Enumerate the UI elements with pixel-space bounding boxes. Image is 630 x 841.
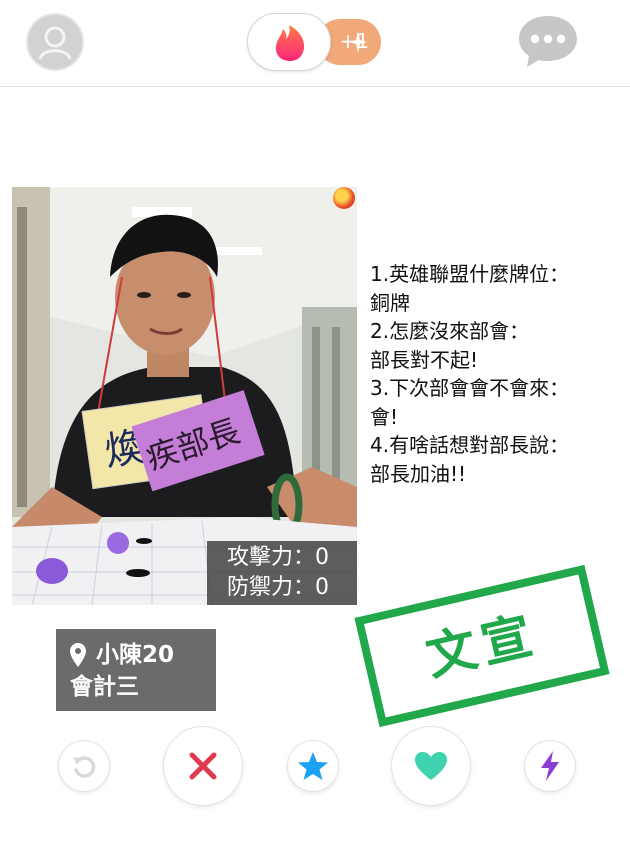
profile-qa: 1.英雄聯盟什麼牌位： 銅牌 2.怎麼沒來部會： 部長對不起! 3.下次部會會不… bbox=[370, 260, 620, 488]
super-like-button[interactable] bbox=[287, 740, 339, 792]
qa-line: 部長對不起! bbox=[370, 347, 479, 372]
profile-icon bbox=[28, 15, 82, 69]
stamp-text: 文宣 bbox=[420, 605, 544, 687]
boost-count: +1 bbox=[339, 29, 369, 53]
qa-line: 1.英雄聯盟什麼牌位： bbox=[370, 262, 570, 286]
stats-overlay: 攻擊力：0 防禦力：0 bbox=[207, 541, 357, 605]
profile-photo[interactable]: 煥 疾部長 攻擊力：0 防禦力：0 bbox=[12, 187, 357, 605]
name-tag: 小陳20 會計三 bbox=[56, 629, 216, 711]
rewind-icon bbox=[73, 756, 96, 778]
qa-line: 部長加油!! bbox=[370, 461, 467, 486]
qa-line: 3.下次部會會不會來： bbox=[370, 376, 570, 400]
flame-logo-icon bbox=[275, 25, 305, 61]
qa-line: 4.有啥話想對部長說： bbox=[370, 433, 570, 457]
chat-bubble-icon[interactable] bbox=[516, 12, 580, 70]
super-like-star-icon bbox=[298, 752, 328, 780]
boost-button[interactable] bbox=[524, 740, 576, 792]
logo-pill[interactable] bbox=[247, 13, 331, 71]
nope-x-icon bbox=[189, 752, 217, 780]
like-button[interactable] bbox=[391, 726, 471, 806]
defense-stat: 防禦力：0 bbox=[227, 575, 329, 600]
qa-line: 銅牌 bbox=[370, 290, 410, 315]
qa-line: 會! bbox=[370, 404, 399, 429]
qa-line: 2.怎麼沒來部會： bbox=[370, 319, 530, 343]
rewind-button[interactable] bbox=[58, 740, 110, 792]
discover-toggle[interactable]: +1 bbox=[247, 13, 381, 71]
department-stamp: 文宣 bbox=[354, 564, 610, 728]
top-bar: +1 bbox=[0, 0, 630, 87]
location-pin-icon bbox=[70, 643, 86, 667]
name-age: 小陳20 bbox=[96, 642, 175, 668]
attack-stat: 攻擊力：0 bbox=[227, 545, 329, 570]
boost-bolt-icon bbox=[541, 751, 559, 781]
profile-button[interactable] bbox=[26, 13, 84, 71]
like-heart-icon bbox=[415, 752, 447, 780]
department: 會計三 bbox=[70, 674, 139, 700]
badge-icon bbox=[333, 187, 355, 209]
nope-button[interactable] bbox=[163, 726, 243, 806]
